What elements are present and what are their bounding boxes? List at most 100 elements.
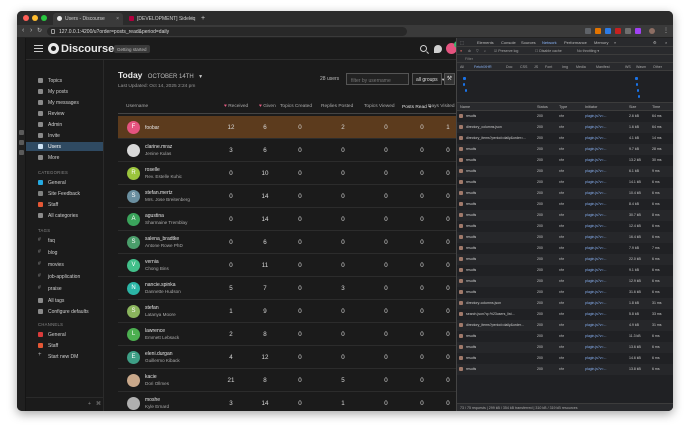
type-filter-all[interactable]: All <box>460 65 464 69</box>
request-row[interactable]: results 200 xhr plugin.js?v=... 13.2 kB 30 ms <box>457 155 673 166</box>
sidebar-tag-blog[interactable]: # blog <box>26 248 103 257</box>
request-initiator[interactable]: plugin.js?v=... <box>585 191 607 195</box>
column-name[interactable]: Name <box>460 105 470 109</box>
sidebar-all-tags[interactable]: All tags <box>26 296 103 305</box>
column-username[interactable]: Username <box>126 104 148 109</box>
request-row[interactable]: results 200 xhr plugin.js?v=... 16.4 kB 6 ms <box>457 232 673 243</box>
request-row[interactable]: results 200 xhr plugin.js?v=... 12.4 kB 6 ms <box>457 221 673 232</box>
profile-avatar-icon[interactable] <box>649 28 655 34</box>
request-row[interactable]: results 200 xhr plugin.js?v=... 9.7 kB 28 ms <box>457 144 673 155</box>
sidebar-item-my-posts[interactable]: My posts <box>26 87 103 96</box>
preserve-log-checkbox[interactable]: ☑ Preserve log <box>494 49 518 53</box>
minimize-window-button[interactable] <box>32 15 38 21</box>
sidebar-tag-movies[interactable]: # movies <box>26 260 103 269</box>
request-initiator[interactable]: plugin.js?v=... <box>585 290 607 294</box>
sidebar-category-staff[interactable]: Staff <box>26 200 103 209</box>
maximize-window-button[interactable] <box>41 15 47 21</box>
request-initiator[interactable]: plugin.js?v=... <box>585 147 607 151</box>
request-row[interactable]: results 200 xhr plugin.js?v=... 13.6 kB 6 ms <box>457 342 673 353</box>
tags-section-header[interactable]: TAGS <box>38 228 50 233</box>
table-row[interactable]: kacie Dori Ollmes 21 8 0 5 0 0 0 <box>118 369 456 392</box>
new-tab-button[interactable]: + <box>199 12 209 24</box>
filter-input[interactable]: Filter <box>465 57 473 61</box>
table-row[interactable]: Vvernia Chong Bins 0 11 0 0 0 0 0 <box>118 254 456 277</box>
request-row[interactable]: directory_columns.json 200 xhr plugin.js?v=… <box>457 122 673 133</box>
username-link[interactable]: eleni.durgan <box>145 351 173 357</box>
user-avatar[interactable]: F <box>127 121 140 134</box>
username-link[interactable]: kacie <box>145 374 157 380</box>
request-row[interactable]: results 200 xhr plugin.js?v=... 22.0 kB 6 ms <box>457 254 673 265</box>
tab-elements[interactable]: Elements <box>477 40 494 45</box>
request-row[interactable]: results 200 xhr plugin.js?v=... 30.7 kB 8 ms <box>457 210 673 221</box>
site-logo[interactable]: Discourse <box>48 43 114 56</box>
add-section-icon[interactable]: + <box>88 401 91 407</box>
table-row[interactable]: Rroselle Rev. Estelle Kuhic 0 10 0 0 0 0 0 <box>118 162 456 185</box>
sidebar-start-new-dm[interactable]: + Start new DM <box>26 352 103 361</box>
side-panel-icon[interactable] <box>19 130 24 135</box>
getting-started-badge[interactable]: Getting started <box>114 45 150 53</box>
browser-menu-icon[interactable]: ⋮ <box>663 27 669 35</box>
sidebar-item-invite[interactable]: Invite <box>26 131 103 140</box>
request-initiator[interactable]: plugin.js?v=... <box>585 268 607 272</box>
keyboard-shortcuts-icon[interactable]: ⌘ <box>96 401 101 407</box>
request-row[interactable]: results 200 xhr plugin.js?v=... 14.6 kB 6 ms <box>457 353 673 364</box>
search-icon[interactable] <box>420 45 427 52</box>
type-filter-font[interactable]: Font <box>545 65 552 69</box>
request-row[interactable]: results 200 xhr plugin.js?v=... 31.6 kB 6 ms <box>457 287 673 298</box>
request-initiator[interactable]: plugin.js?v=... <box>585 158 607 162</box>
tab-performance[interactable]: Performance <box>564 40 587 45</box>
request-initiator[interactable]: plugin.js?v=... <box>585 235 607 239</box>
side-panel-icon[interactable] <box>19 140 24 145</box>
username-link[interactable]: roselle <box>145 167 160 173</box>
chat-icon[interactable] <box>434 45 442 53</box>
throttling-select[interactable]: No throttling ▾ <box>577 49 599 53</box>
type-filter-doc[interactable]: Doc <box>506 65 512 69</box>
request-row[interactable]: results 200 xhr plugin.js?v=... 8.4 kB 6 ms <box>457 199 673 210</box>
user-avatar[interactable]: E <box>127 351 140 364</box>
sidebar-item-users[interactable]: Users <box>26 142 103 151</box>
close-tab-icon[interactable]: × <box>116 16 119 22</box>
tab-console[interactable]: Console <box>501 40 516 45</box>
sidebar-channel-general[interactable]: General <box>26 330 103 339</box>
request-row[interactable]: directory_items?period=daily&order=... 20… <box>457 133 673 144</box>
disable-cache-checkbox[interactable]: ☐ Disable cache <box>535 49 562 53</box>
type-filter-fetchxhr[interactable]: Fetch/XHR <box>474 65 492 69</box>
user-avatar[interactable]: S <box>127 236 140 249</box>
request-initiator[interactable]: plugin.js?v=... <box>585 136 607 140</box>
sidebar-item-topics[interactable]: Topics <box>26 76 103 85</box>
table-row[interactable]: Ffoobar 12 6 0 2 0 0 1 <box>118 116 456 139</box>
column-initiator[interactable]: Initiator <box>585 105 597 109</box>
request-row[interactable]: results 200 xhr plugin.js?v=... 2.6 kB 64 ms <box>457 111 673 122</box>
request-row[interactable]: results 200 xhr plugin.js?v=... 9.1 kB 6 ms <box>457 265 673 276</box>
back-icon[interactable]: ‹ <box>22 27 24 35</box>
request-row[interactable]: results 200 xhr plugin.js?v=... 10.4 kB 6 ms <box>457 188 673 199</box>
column-type[interactable]: Type <box>559 105 567 109</box>
request-initiator[interactable]: plugin.js?v=... <box>585 114 607 118</box>
reload-icon[interactable]: ↻ <box>37 27 42 35</box>
forward-icon[interactable]: › <box>30 27 32 35</box>
column-status[interactable]: Status <box>537 105 548 109</box>
username-link[interactable]: stefan.mertz <box>145 190 173 196</box>
extension-icon[interactable] <box>635 28 641 34</box>
request-row[interactable]: results 200 xhr plugin.js?v=... 13.8 kB 6 ms <box>457 364 673 375</box>
sidebar-item-my-messages[interactable]: My messages <box>26 98 103 107</box>
user-avatar[interactable]: R <box>127 167 140 180</box>
sidebar-tag-job-application[interactable]: # job-application <box>26 272 103 281</box>
more-tabs-icon[interactable]: » <box>614 40 616 45</box>
user-avatar[interactable]: V <box>127 259 140 272</box>
username-filter-input[interactable] <box>346 73 409 85</box>
request-row[interactable]: results 200 xhr plugin.js?v=... 12.9 kB 6 ms <box>457 276 673 287</box>
extension-icon[interactable] <box>595 28 601 34</box>
side-panel-icon[interactable] <box>19 150 24 155</box>
type-filter-img[interactable]: Img <box>562 65 568 69</box>
user-avatar[interactable]: L <box>127 328 140 341</box>
user-avatar[interactable] <box>127 144 140 157</box>
user-avatar[interactable]: N <box>127 282 140 295</box>
user-avatar[interactable]: A <box>127 213 140 226</box>
tab-discourse[interactable]: Users - Discourse × <box>53 13 123 25</box>
table-row[interactable]: Nnancie.spinka Dannette Hudson 5 7 0 3 0 0 0 <box>118 277 456 300</box>
request-row[interactable]: results 200 xhr plugin.js?v=... 14.1 kB 6 ms <box>457 177 673 188</box>
type-filter-css[interactable]: CSS <box>520 65 527 69</box>
table-row[interactable]: Sstefan Latanya Moore 1 9 0 0 0 0 0 <box>118 300 456 323</box>
request-initiator[interactable]: plugin.js?v=... <box>585 356 607 360</box>
